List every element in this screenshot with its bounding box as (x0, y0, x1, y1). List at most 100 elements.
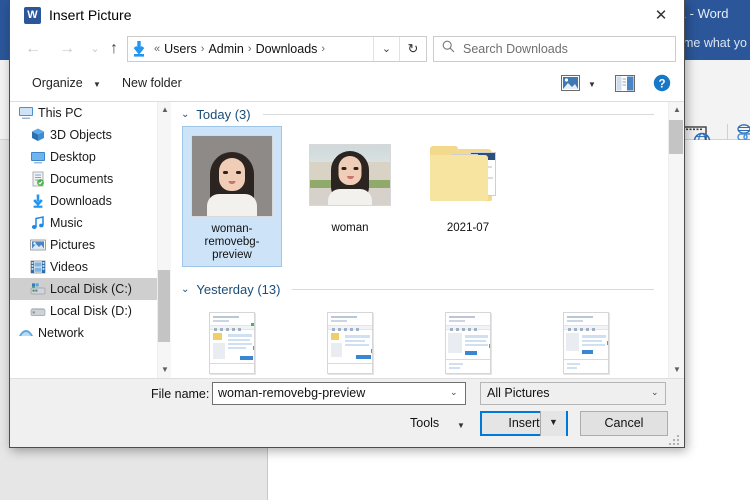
file-tile-document-3[interactable] (418, 307, 518, 378)
network-icon (18, 325, 34, 341)
group-header-today[interactable]: ⌄ Today (3) (172, 102, 668, 126)
view-options-caret-icon[interactable]: ▼ (588, 80, 596, 89)
file-tile-label: woman (303, 222, 397, 235)
breadcrumb-admin[interactable]: Admin (208, 42, 243, 56)
sidebar-item-3d-objects[interactable]: 3D Objects (10, 124, 157, 146)
dialog-title-bar: W Insert Picture ✕ (10, 0, 684, 31)
back-button[interactable]: ← (20, 37, 46, 61)
sidebar-item-music[interactable]: Music (10, 212, 157, 234)
sidebar-item-local-disk-d[interactable]: Local Disk (D:) (10, 300, 157, 322)
sidebar-label: Documents (50, 172, 113, 186)
dialog-title: Insert Picture (49, 7, 131, 23)
portrait-photo-thumbnail (309, 144, 391, 206)
breadcrumb-separator-3[interactable]: › (317, 43, 329, 55)
document-thumbnail (209, 312, 255, 374)
file-tile-document-4[interactable] (536, 307, 636, 378)
chevron-down-icon[interactable]: ⌄ (181, 109, 189, 120)
help-icon[interactable]: ? (653, 74, 671, 92)
dialog-body: This PC 3D Objects (10, 102, 684, 378)
group-header-label: Today (3) (196, 107, 250, 122)
file-name-dropdown-icon[interactable]: ⌄ (450, 387, 458, 398)
thumbnail (421, 131, 515, 219)
organize-caret-icon[interactable]: ▼ (93, 80, 101, 89)
insert-picture-dialog: W Insert Picture ✕ ← → ⌄ ↑ « Users › Adm… (9, 0, 685, 448)
sidebar-item-this-pc[interactable]: This PC (10, 102, 157, 124)
sidebar-item-network[interactable]: Network (10, 322, 157, 344)
address-prefix: « (150, 43, 164, 55)
group-header-label: Yesterday (13) (196, 282, 280, 297)
file-tile-label: 2021-07 (421, 222, 515, 235)
portrait-gray-thumbnail (191, 135, 273, 217)
navigation-row: ← → ⌄ ↑ « Users › Admin › Downloads › ⌄ … (10, 31, 684, 67)
sidebar-label: Music (50, 216, 83, 230)
file-list[interactable]: ⌄ Today (3) (172, 102, 668, 378)
thumbnail (539, 312, 633, 378)
sidebar-label: 3D Objects (50, 128, 112, 142)
file-tile-2021-07[interactable]: 2021-07 (418, 126, 518, 267)
3d-objects-icon (30, 127, 46, 143)
file-list-scroll-down-icon[interactable]: ▼ (669, 362, 685, 378)
new-folder-button[interactable]: New folder (122, 76, 182, 90)
file-tile-woman[interactable]: woman (300, 126, 400, 267)
breadcrumb-separator-1[interactable]: › (197, 43, 209, 55)
file-tile-document-2[interactable] (300, 307, 400, 378)
file-tile-document-1[interactable] (182, 307, 282, 378)
sidebar-item-pictures[interactable]: Pictures (10, 234, 157, 256)
close-icon[interactable]: ✕ (638, 0, 684, 31)
thumbnail (186, 132, 278, 220)
file-tile-label: woman-removebg-preview (186, 223, 278, 262)
forward-button[interactable]: → (54, 37, 80, 61)
preview-pane-icon[interactable] (615, 75, 635, 92)
refresh-icon[interactable]: ↻ (399, 37, 426, 61)
local-disk-d-icon (30, 303, 46, 319)
breadcrumb-downloads[interactable]: Downloads (256, 42, 318, 56)
sidebar-label: This PC (38, 106, 82, 120)
sidebar-item-documents[interactable]: Documents (10, 168, 157, 190)
navigation-sidebar[interactable]: This PC 3D Objects (10, 102, 157, 378)
sidebar-label: Downloads (50, 194, 112, 208)
sidebar-label: Local Disk (D:) (50, 304, 132, 318)
search-input[interactable]: Search Downloads (433, 36, 676, 62)
sidebar-item-desktop[interactable]: Desktop (10, 146, 157, 168)
music-icon (30, 215, 46, 231)
breadcrumb-separator-2[interactable]: › (244, 43, 256, 55)
address-bar[interactable]: « Users › Admin › Downloads › ⌄ ↻ (127, 36, 427, 62)
folder-thumbnail (430, 143, 506, 207)
sidebar-label: Pictures (50, 238, 95, 252)
sidebar-item-local-disk-c[interactable]: Local Disk (C:) (10, 278, 157, 300)
tools-button[interactable]: Tools (410, 416, 439, 430)
address-dropdown-icon[interactable]: ⌄ (373, 37, 399, 61)
file-type-select[interactable]: All Pictures (480, 382, 666, 405)
group-rule (263, 114, 654, 115)
file-name-input[interactable]: woman-removebg-preview (212, 382, 466, 405)
tools-caret-icon[interactable]: ▼ (457, 421, 465, 430)
sidebar-item-downloads[interactable]: Downloads (10, 190, 157, 212)
document-thumbnail (327, 312, 373, 374)
file-type-dropdown-icon[interactable]: ⌄ (651, 387, 659, 398)
sidebar-item-videos[interactable]: Videos (10, 256, 157, 278)
organize-button[interactable]: Organize (32, 76, 83, 90)
thumbnail (303, 312, 397, 378)
sidebar-scroll-up-icon[interactable]: ▲ (158, 102, 172, 118)
command-bar: Organize ▼ New folder ▼ (10, 67, 684, 102)
file-list-scroll-up-icon[interactable]: ▲ (669, 102, 685, 118)
file-list-scrollbar-thumb[interactable] (669, 120, 683, 154)
breadcrumb-users[interactable]: Users (164, 42, 197, 56)
resize-grip[interactable] (669, 433, 681, 445)
view-options-icon[interactable] (561, 75, 580, 91)
sidebar-scroll-down-icon[interactable]: ▼ (158, 362, 172, 378)
sidebar-scrollbar-thumb[interactable] (158, 270, 170, 342)
dialog-footer: File name: woman-removebg-preview ⌄ All … (10, 378, 684, 447)
yesterday-tile-row (172, 301, 668, 378)
svg-text:?: ? (658, 78, 665, 90)
sidebar-label: Local Disk (C:) (50, 282, 132, 296)
insert-split-dropdown-icon[interactable]: ▼ (540, 411, 566, 436)
cancel-button[interactable]: Cancel (580, 411, 668, 436)
thumbnail (303, 131, 397, 219)
up-button[interactable]: ↑ (101, 37, 127, 61)
chevron-down-icon[interactable]: ⌄ (181, 284, 189, 295)
file-tile-woman-removebg-preview[interactable]: woman-removebg-preview (182, 126, 282, 267)
group-header-yesterday[interactable]: ⌄ Yesterday (13) (172, 277, 668, 301)
thumbnail (421, 312, 515, 378)
pictures-icon (30, 237, 46, 253)
